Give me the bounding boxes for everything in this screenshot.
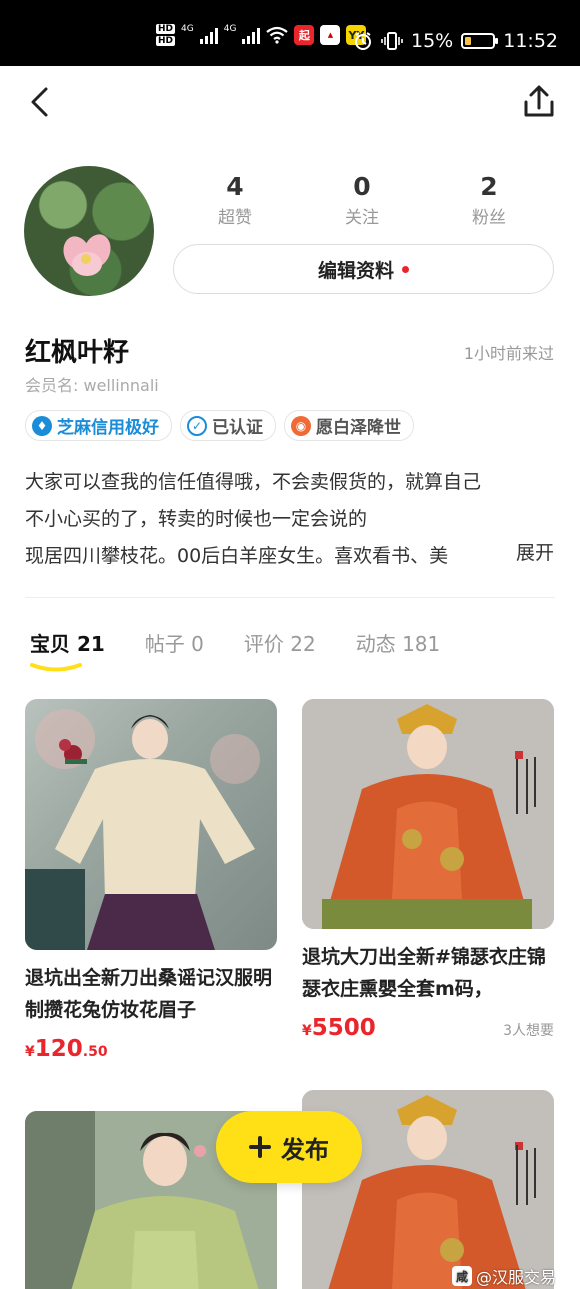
- tag-verified-label: 已认证: [212, 418, 263, 438]
- tag-weibo-label: 愿白泽降世: [316, 418, 401, 438]
- stat-following[interactable]: 0 关注: [312, 172, 412, 228]
- plus-icon: [249, 1136, 271, 1158]
- signal-icon-2: [242, 26, 261, 44]
- huawei-icon: ▲: [320, 25, 341, 45]
- alarm-icon: [355, 32, 371, 50]
- watermark: 咸 @汉服交易: [451, 1264, 556, 1288]
- tab-activity-count: 181: [402, 632, 441, 656]
- item-price: ¥5500: [302, 1015, 376, 1041]
- tab-posts[interactable]: 帖子 0: [145, 628, 204, 657]
- want-count: 3人想要: [503, 1023, 554, 1039]
- tab-reviews-label: 评价: [243, 632, 284, 656]
- publish-button[interactable]: 发布: [216, 1111, 362, 1183]
- price-currency: ¥: [302, 1023, 312, 1039]
- wifi-icon: [266, 26, 289, 44]
- tag-verified[interactable]: ✓ 已认证: [180, 410, 276, 441]
- expand-link[interactable]: 展开: [475, 538, 554, 565]
- edit-profile-button[interactable]: 编辑资料: [173, 244, 554, 294]
- stat-likes[interactable]: 4 超赞: [185, 172, 285, 228]
- network-type-2: 4G: [223, 24, 237, 34]
- price-main: 5500: [311, 1015, 376, 1041]
- username: 红枫叶籽: [25, 338, 130, 368]
- last-seen: 1小时前来过: [463, 344, 554, 363]
- item-card[interactable]: 退坑出全新刀出桑谣记汉服明制攒花兔仿妆花眉子 ¥120.50: [25, 699, 277, 1062]
- xianyu-logo-icon: 咸: [451, 1266, 472, 1286]
- status-bar: HD HD 4G 4G 起 ▲ YY 15% 11:52: [0, 0, 580, 66]
- edit-profile-label: 编辑资料: [317, 259, 394, 282]
- stat-followers-label: 粉丝: [472, 208, 506, 228]
- network-type-1: 4G: [181, 24, 194, 34]
- item-photo[interactable]: [302, 699, 554, 929]
- bio-line-1: 大家可以查我的信任值得哦，不会卖假货的，就算自己: [25, 471, 482, 493]
- publish-label: 发布: [281, 1135, 329, 1164]
- item-title[interactable]: 退坑大刀出全新#锦瑟衣庄锦瑟衣庄熏嬰全套m码，: [302, 941, 554, 1005]
- tag-zhima-credit-label: 芝麻信用极好: [57, 418, 159, 438]
- tab-items-label: 宝贝: [30, 632, 70, 656]
- tab-reviews[interactable]: 评价 22: [244, 628, 316, 657]
- item-price-row: ¥120.50: [25, 1036, 277, 1062]
- watermark-text: @汉服交易: [475, 1268, 556, 1287]
- share-icon[interactable]: [520, 84, 558, 120]
- item-price: ¥120.50: [25, 1036, 108, 1062]
- status-right-icons: 15% 11:52: [353, 30, 558, 52]
- back-arrow-icon[interactable]: [24, 84, 56, 120]
- item-card[interactable]: 退坑大刀出全新#锦瑟衣庄锦瑟衣庄熏嬰全套m码， ¥5500 3人想要: [302, 699, 554, 1041]
- tab-posts-label: 帖子: [144, 632, 185, 656]
- verified-icon: ✓: [187, 415, 207, 436]
- item-photo-art: [302, 699, 554, 929]
- avatar[interactable]: [24, 166, 154, 296]
- item-price-row: ¥5500 3人想要: [302, 1015, 554, 1041]
- tab-posts-count: 0: [191, 632, 204, 656]
- battery-percent: 15%: [411, 30, 454, 52]
- item-photo[interactable]: [25, 699, 277, 950]
- tab-items-count: 21: [76, 632, 105, 656]
- item-title[interactable]: 退坑出全新刀出桑谣记汉服明制攒花兔仿妆花眉子: [25, 962, 277, 1026]
- clock-time: 11:52: [503, 30, 558, 52]
- tag-zhima-credit[interactable]: ♦ 芝麻信用极好: [25, 410, 172, 441]
- price-currency: ¥: [25, 1044, 35, 1060]
- hd-badge-2: HD: [156, 36, 176, 46]
- zhima-credit-icon: ♦: [32, 415, 52, 436]
- notification-dot: [402, 265, 409, 273]
- tab-items[interactable]: 宝贝 21: [30, 628, 105, 672]
- stat-followers[interactable]: 2 粉丝: [439, 172, 539, 228]
- profile-tags: ♦ 芝麻信用极好 ✓ 已认证 ◉ 愿白泽降世: [25, 410, 414, 441]
- price-decimal: .50: [82, 1044, 108, 1060]
- divider: [25, 597, 555, 598]
- battery-icon: [461, 33, 499, 49]
- hd-indicators: HD HD: [156, 24, 176, 46]
- vibrate-icon: [381, 32, 403, 50]
- price-main: 120: [34, 1036, 83, 1062]
- signal-icon-1: [199, 26, 218, 44]
- stat-followers-value: 2: [480, 172, 498, 201]
- stat-following-value: 0: [353, 172, 371, 201]
- member-name: 会员名: wellinnali: [25, 376, 159, 395]
- hd-badge-1: HD: [156, 24, 176, 34]
- stat-likes-value: 4: [226, 172, 244, 201]
- bio-line-2: 不小心买的了，转卖的时候也一定会说的: [25, 508, 368, 530]
- weibo-icon: ◉: [291, 415, 311, 436]
- tab-active-indicator: [30, 663, 82, 672]
- stat-likes-label: 超赞: [218, 208, 252, 228]
- stat-following-label: 关注: [345, 208, 379, 228]
- qi-app-icon: 起: [294, 25, 315, 45]
- tab-activity-label: 动态: [355, 632, 396, 656]
- tab-activity[interactable]: 动态 181: [356, 628, 441, 657]
- status-left-icons: HD HD 4G 4G 起 ▲ YY: [156, 24, 367, 46]
- tab-reviews-count: 22: [290, 632, 316, 656]
- tag-weibo[interactable]: ◉ 愿白泽降世: [284, 410, 414, 441]
- item-photo-art: [25, 709, 260, 950]
- content-tabs: 宝贝 21 帖子 0 评价 22 动态 181: [30, 628, 441, 672]
- bio-line-3: 现居四川攀枝花。00后白羊座女生。喜欢看书、美: [25, 545, 449, 567]
